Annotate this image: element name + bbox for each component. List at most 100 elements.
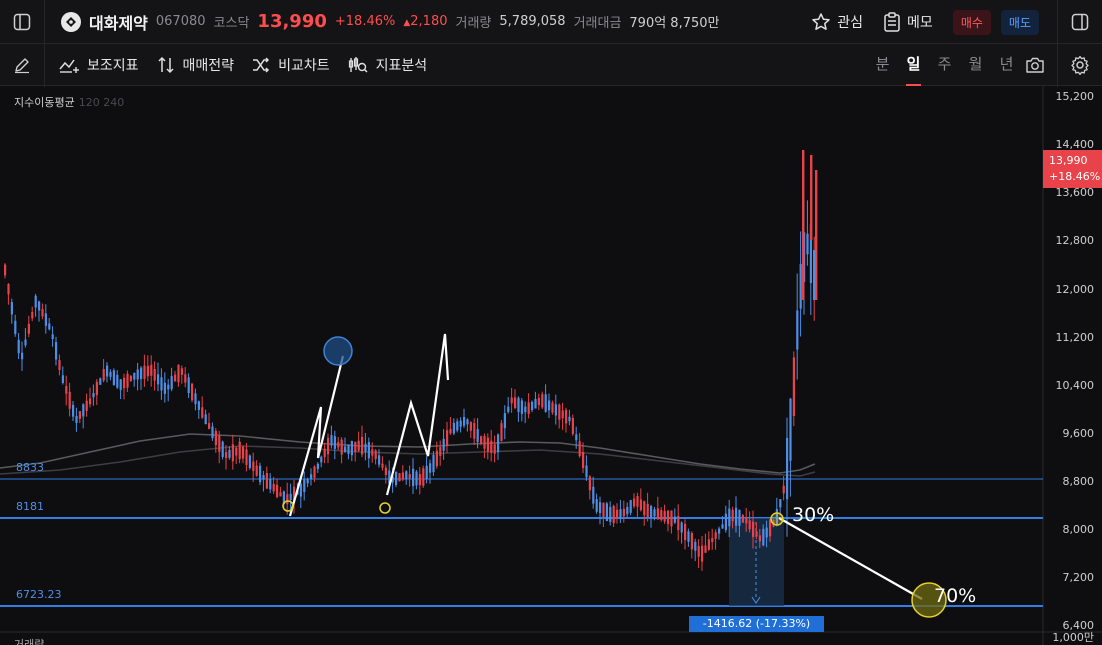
screenshot-button[interactable]: [1013, 43, 1057, 87]
candle-body: [568, 416, 571, 422]
candle-body: [718, 528, 721, 534]
candle-body: [238, 441, 241, 460]
period-week[interactable]: 주: [929, 44, 960, 86]
candle-body: [514, 397, 517, 408]
candle-body: [279, 492, 282, 497]
sell-button[interactable]: 매도: [1000, 9, 1039, 35]
stock-name[interactable]: 대화제약: [89, 10, 148, 34]
candle-body: [327, 437, 330, 455]
period-month[interactable]: 월: [960, 44, 991, 86]
candle-body: [323, 448, 326, 457]
candle-body: [633, 498, 636, 507]
candle-body: [619, 509, 622, 518]
candle-body: [92, 393, 95, 398]
candle-body: [75, 415, 78, 423]
candle-body: [4, 264, 7, 276]
candle-body: [296, 490, 299, 495]
candle-body: [116, 374, 119, 388]
candle-body: [429, 463, 432, 473]
settings-button[interactable]: [1058, 43, 1102, 87]
divider: [44, 0, 45, 44]
candle-body: [333, 436, 336, 449]
indicator-button[interactable]: 보조지표: [59, 55, 139, 75]
candle-body: [299, 483, 302, 497]
candle-body: [571, 417, 574, 435]
candle-body: [810, 155, 813, 240]
candle-body: [639, 499, 642, 511]
candle-body: [208, 423, 211, 429]
candle-body: [361, 436, 364, 455]
candle-body: [779, 499, 782, 508]
candle-body: [109, 371, 112, 377]
candle-body: [252, 461, 255, 471]
candle-body: [89, 398, 92, 405]
drawing-tool-button[interactable]: [0, 43, 44, 87]
period-minute[interactable]: 분: [867, 44, 898, 86]
level-label-8833: 8833: [16, 461, 44, 474]
candle-body: [68, 391, 71, 409]
volume-value: 5,789,058: [499, 14, 566, 29]
candle-body: [197, 401, 200, 410]
right-panel-toggle-button[interactable]: [1058, 0, 1102, 44]
watchlist-button[interactable]: 관심: [811, 12, 863, 32]
candle-body: [687, 531, 690, 542]
panel-left-icon: [13, 13, 31, 30]
candle-body: [293, 486, 296, 503]
candle-body: [588, 476, 591, 491]
candle-body: [136, 369, 139, 380]
candle-body: [755, 531, 758, 537]
candle-body: [248, 455, 251, 469]
candle-body: [143, 365, 146, 379]
candle-body: [381, 463, 384, 468]
volume-axis-tick: 1,000만: [1052, 631, 1094, 644]
candle-body: [265, 473, 268, 489]
candle-body: [704, 545, 707, 553]
toolbar-right: [1013, 43, 1102, 87]
candle-body: [61, 375, 64, 384]
candle-body: [289, 493, 292, 501]
candle-body: [330, 435, 333, 446]
candle-body: [459, 420, 462, 427]
candle-body: [374, 450, 377, 460]
candle-body: [395, 471, 398, 485]
shuffle-icon: [253, 56, 270, 73]
candle-body: [378, 455, 381, 465]
buy-button[interactable]: 매수: [952, 9, 991, 35]
candle-body: [500, 423, 503, 441]
strategy-button[interactable]: 매매전략: [157, 55, 234, 75]
candle-body: [27, 323, 30, 334]
camera-icon: [1026, 57, 1044, 73]
candle-body: [745, 517, 748, 524]
up-down-arrows-icon: [158, 56, 174, 73]
sidebar-toggle-button[interactable]: [0, 0, 44, 44]
candlestick-chart[interactable]: [0, 0, 1102, 645]
indicator-analysis-button[interactable]: 지표분석: [348, 55, 427, 75]
ratio-30-label: 30%: [792, 504, 835, 526]
candle-body: [65, 385, 68, 394]
candle-body: [452, 422, 455, 434]
candle-body: [422, 468, 425, 486]
candle-body: [741, 515, 744, 523]
compare-chart-label: 비교차트: [278, 57, 330, 74]
level-label-6723: 6723.23: [16, 588, 62, 601]
candle-body: [21, 352, 24, 360]
candle-body: [663, 510, 666, 522]
period-day[interactable]: 일: [898, 44, 929, 86]
memo-button[interactable]: 메모: [883, 12, 933, 32]
candle-body: [340, 439, 343, 455]
candle-body: [384, 467, 387, 476]
candle-body: [133, 372, 136, 380]
candle-body: [10, 302, 13, 315]
compare-chart-button[interactable]: 비교차트: [252, 55, 330, 75]
price-tag-change: +18.46%: [1049, 170, 1101, 183]
candle-body: [129, 375, 132, 382]
candle-body: [707, 539, 710, 550]
candle-body: [507, 406, 510, 413]
candle-body: [534, 398, 537, 409]
ma-120-line: [0, 433, 816, 474]
candle-body: [337, 442, 340, 448]
y-tick: 9,600: [1062, 427, 1095, 440]
y-tick: 15,200: [1055, 90, 1095, 103]
candle-body: [398, 473, 401, 482]
ma-legend[interactable]: 지수이동평균 120 240: [14, 94, 124, 110]
